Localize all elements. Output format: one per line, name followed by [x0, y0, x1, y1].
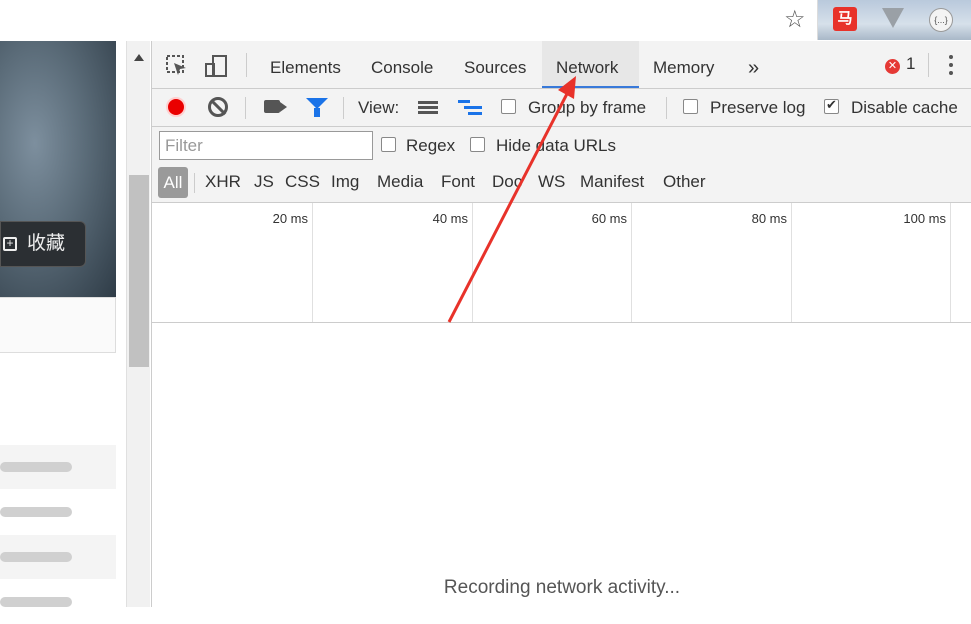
view-label: View: — [358, 98, 400, 117]
browser-toolbar: ☆ 马 {...} — [0, 0, 971, 40]
more-options-icon[interactable] — [949, 55, 953, 75]
disable-cache-checkbox[interactable] — [824, 97, 839, 114]
tick-label: 40 ms — [432, 211, 468, 226]
type-filter-font[interactable]: Font — [441, 172, 475, 192]
clear-button[interactable] — [208, 97, 228, 117]
record-button[interactable] — [166, 97, 186, 117]
list-item — [0, 535, 116, 579]
divider — [343, 97, 344, 119]
scroll-thumb[interactable] — [129, 175, 149, 367]
large-rows-icon[interactable] — [418, 101, 438, 115]
grid-line — [791, 203, 792, 322]
device-toolbar-icon[interactable] — [205, 55, 227, 77]
divider — [666, 97, 667, 119]
collect-label: 收藏 — [27, 233, 66, 254]
tab-memory[interactable]: Memory — [639, 41, 728, 88]
devtools-panel: Elements Console Sources Network Memory … — [151, 41, 971, 607]
filter-input[interactable] — [159, 131, 373, 160]
list-item — [0, 445, 116, 489]
list-item — [0, 580, 116, 624]
type-filter-ws[interactable]: WS — [538, 172, 565, 192]
type-filter-all[interactable]: All — [158, 167, 188, 198]
more-tabs-icon[interactable]: » — [734, 41, 773, 88]
placeholder-bar — [0, 462, 72, 472]
web-page: + 收藏 — [0, 41, 126, 624]
overview-waterfall-icon[interactable] — [458, 100, 482, 116]
grid-line — [472, 203, 473, 322]
error-count[interactable]: 1 — [906, 54, 915, 74]
gray-extension-icon[interactable] — [882, 8, 904, 28]
inspect-element-icon[interactable] — [166, 55, 188, 77]
tab-sources[interactable]: Sources — [450, 41, 540, 88]
list-item — [0, 490, 116, 534]
placeholder-bar — [0, 552, 72, 562]
status-text: Recording network activity... — [443, 577, 681, 598]
hide-data-urls-checkbox[interactable] — [470, 137, 485, 152]
network-toolbar: View: Group by frame Preserve log Disabl… — [152, 89, 971, 127]
group-by-frame-checkbox[interactable] — [501, 99, 516, 114]
page-panel — [0, 297, 116, 353]
disable-cache-label[interactable]: Disable cache — [851, 98, 958, 118]
divider — [194, 173, 195, 193]
tab-elements[interactable]: Elements — [256, 41, 355, 88]
grid-line — [950, 203, 951, 322]
type-filter-other[interactable]: Other — [663, 172, 706, 192]
divider — [246, 53, 247, 77]
page-scrollbar[interactable] — [126, 41, 150, 607]
type-filter-media[interactable]: Media — [377, 172, 423, 192]
placeholder-bar — [0, 597, 72, 607]
grid-line — [631, 203, 632, 322]
red-extension-icon[interactable]: 马 — [833, 7, 857, 31]
type-filter-xhr[interactable]: XHR — [205, 172, 241, 192]
capture-screenshots-icon[interactable] — [264, 100, 280, 113]
type-filter-manifest[interactable]: Manifest — [580, 172, 644, 192]
group-by-frame-label[interactable]: Group by frame — [528, 98, 646, 118]
preserve-log-label[interactable]: Preserve log — [710, 98, 805, 118]
tick-label: 60 ms — [591, 211, 627, 226]
filter-bar: Regex Hide data URLs All XHR JS CSS Img … — [152, 127, 971, 203]
type-filter-css[interactable]: CSS — [285, 172, 320, 192]
type-filter-js[interactable]: JS — [254, 172, 274, 192]
type-filter-img[interactable]: Img — [331, 172, 359, 192]
address-bar[interactable] — [0, 0, 818, 40]
tab-network[interactable]: Network — [542, 41, 639, 88]
type-filter-doc[interactable]: Doc — [492, 172, 522, 192]
error-icon[interactable]: ✕ — [885, 59, 900, 74]
tick-label: 20 ms — [272, 211, 308, 226]
regex-checkbox[interactable] — [381, 137, 396, 152]
placeholder-bar — [0, 507, 72, 517]
tick-label: 100 ms — [903, 211, 946, 226]
tab-console[interactable]: Console — [357, 41, 447, 88]
hide-data-urls-label[interactable]: Hide data URLs — [496, 136, 616, 156]
divider — [245, 97, 246, 119]
timeline-overview[interactable]: 20 ms 40 ms 60 ms 80 ms 100 ms — [152, 203, 971, 323]
regex-label[interactable]: Regex — [406, 136, 455, 156]
scroll-up-arrow-icon[interactable] — [134, 54, 144, 61]
add-icon: + — [3, 236, 17, 251]
bookmark-star-icon[interactable]: ☆ — [784, 6, 806, 34]
collect-button[interactable]: + 收藏 — [0, 221, 86, 267]
json-extension-icon[interactable]: {...} — [929, 8, 953, 32]
filter-toggle-icon[interactable] — [306, 98, 328, 117]
grid-line — [312, 203, 313, 322]
preserve-log-checkbox[interactable] — [683, 99, 698, 114]
divider — [928, 53, 929, 77]
devtools-tabbar: Elements Console Sources Network Memory … — [152, 41, 971, 89]
tick-label: 80 ms — [751, 211, 787, 226]
